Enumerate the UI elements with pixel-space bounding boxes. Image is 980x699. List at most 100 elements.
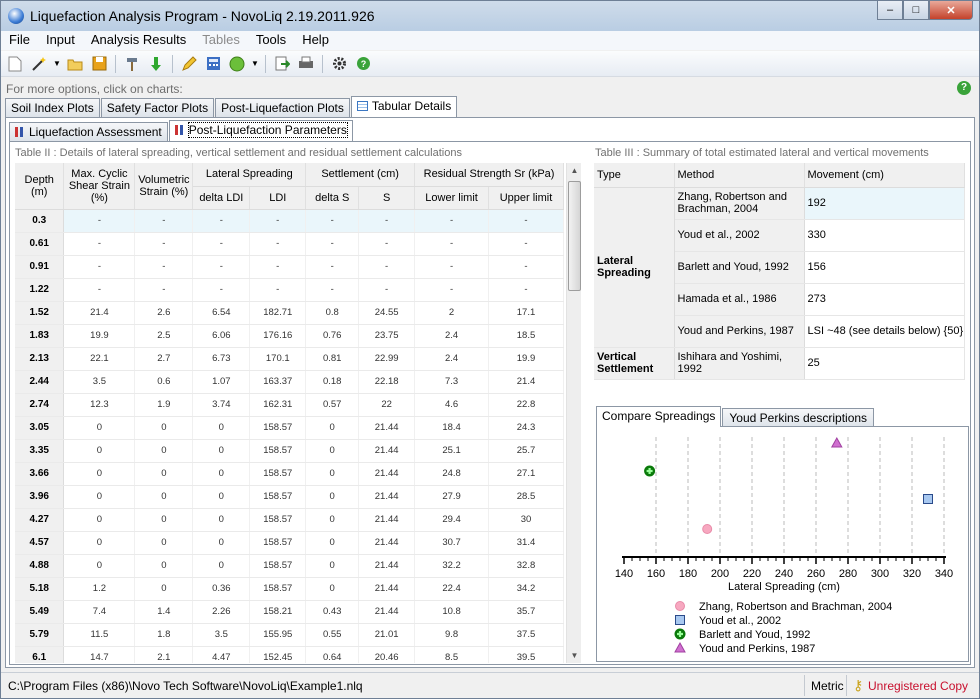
calculator-icon[interactable] bbox=[203, 54, 223, 74]
scroll-down-icon[interactable]: ▼ bbox=[567, 648, 582, 663]
hammer-icon[interactable] bbox=[122, 54, 142, 74]
close-button[interactable]: ✕ bbox=[929, 1, 973, 20]
tab-youd-perkins-descriptions[interactable]: Youd Perkins descriptions bbox=[722, 408, 875, 427]
gear-icon[interactable] bbox=[329, 54, 349, 74]
depth-cell: 5.79 bbox=[15, 623, 65, 647]
maximize-button[interactable]: □ bbox=[903, 1, 929, 20]
value-cell: - bbox=[192, 232, 251, 256]
table-row[interactable]: 4.88 0 0 0 158.57 0 21.44 32.2 32.8 bbox=[15, 554, 564, 578]
value-cell: 21.44 bbox=[358, 416, 416, 440]
scroll-thumb[interactable] bbox=[568, 181, 581, 291]
help-icon[interactable]: ? bbox=[957, 81, 971, 95]
legend-label: Zhang, Robertson and Brachman, 2004 bbox=[699, 601, 892, 613]
value-cell: 1.9 bbox=[134, 393, 194, 417]
value-cell: 0.43 bbox=[305, 600, 360, 624]
scroll-up-icon[interactable]: ▲ bbox=[567, 163, 582, 178]
down-arrow-icon[interactable] bbox=[146, 54, 166, 74]
menu-analysis-results[interactable]: Analysis Results bbox=[83, 31, 194, 50]
table-row[interactable]: 1.52 21.4 2.6 6.54 182.71 0.8 24.55 2 17.1 bbox=[15, 301, 564, 325]
value-cell: 21.44 bbox=[358, 554, 416, 578]
table-row[interactable]: 0.61- - - - - - - - bbox=[15, 232, 564, 256]
x-tick-label: 160 bbox=[647, 568, 665, 580]
table-row[interactable]: 6.1 14.7 2.1 4.47 152.45 0.64 20.46 8.5 39.5 bbox=[15, 646, 564, 663]
value-cell: 22.18 bbox=[358, 370, 416, 394]
table-row[interactable]: 3.96 0 0 0 158.57 0 21.44 27.9 28.5 bbox=[15, 485, 564, 509]
depth-cell: 2.74 bbox=[15, 393, 65, 417]
value-cell: 0 bbox=[134, 439, 194, 463]
table-row[interactable]: 5.18 1.2 0 0.36 158.57 0 21.44 22.4 34.2 bbox=[15, 577, 564, 601]
data-point bbox=[830, 436, 843, 448]
value-cell: - bbox=[305, 209, 360, 233]
value-cell: 162.31 bbox=[249, 393, 307, 417]
table-row[interactable]: 5.79 11.5 1.8 3.5 155.95 0.55 21.01 9.8 37.5 bbox=[15, 623, 564, 647]
table-row[interactable]: 4.27 0 0 0 158.57 0 21.44 29.4 30 bbox=[15, 508, 564, 532]
table-row[interactable]: 0.3- - - - - - - - bbox=[15, 209, 564, 233]
tab-tabular-details[interactable]: Tabular Details bbox=[350, 96, 458, 117]
minimize-button[interactable]: – bbox=[877, 1, 903, 20]
registration-status[interactable]: Unregistered Copy bbox=[868, 679, 968, 693]
value-cell: 0 bbox=[192, 462, 251, 486]
help-icon[interactable]: ? bbox=[353, 54, 373, 74]
type-vertical-settlement: Vertical Settlement bbox=[594, 347, 675, 380]
table-row[interactable]: 2.44 3.5 0.6 1.07 163.37 0.18 22.18 7.3 21.4 bbox=[15, 370, 564, 394]
print-icon[interactable] bbox=[296, 54, 316, 74]
depth-cell: 3.66 bbox=[15, 462, 65, 486]
wizard-icon[interactable] bbox=[29, 54, 49, 74]
menu-tools[interactable]: Tools bbox=[248, 31, 294, 50]
tab-soil-index-plots[interactable]: Soil Index Plots bbox=[5, 98, 100, 117]
value-cell: 4.47 bbox=[192, 646, 251, 663]
menu-bar: File Input Analysis Results Tables Tools… bbox=[1, 31, 979, 50]
table-row[interactable]: 2.74 12.3 1.9 3.74 162.31 0.57 22 4.6 22.8 bbox=[15, 393, 564, 417]
menu-help[interactable]: Help bbox=[294, 31, 337, 50]
menu-input[interactable]: Input bbox=[38, 31, 83, 50]
menu-tables[interactable]: Tables bbox=[194, 31, 248, 50]
movement-cell[interactable]: 192 bbox=[804, 187, 965, 220]
value-cell: 2.4 bbox=[414, 347, 490, 371]
table-row[interactable]: 5.49 7.4 1.4 2.26 158.21 0.43 21.44 10.8 35.7 bbox=[15, 600, 564, 624]
value-cell: 24.8 bbox=[414, 462, 490, 486]
value-cell: 22.4 bbox=[414, 577, 490, 601]
compare-spreadings-chart[interactable]: 140 160 180 200 220 240 260 280 300 320 340 Lateral… bbox=[596, 426, 969, 662]
value-cell: 22.1 bbox=[63, 347, 136, 371]
tab-post-liquefaction-parameters[interactable]: Post-Liquefaction Parameters bbox=[168, 120, 353, 141]
table-row[interactable]: 1.22- - - - - - - - bbox=[15, 278, 564, 302]
value-cell: 12.3 bbox=[63, 393, 136, 417]
col-volumetric-strain: Volumetric Strain (%) bbox=[134, 163, 194, 210]
table-row[interactable]: 4.57 0 0 0 158.57 0 21.44 30.7 31.4 bbox=[15, 531, 564, 555]
save-icon[interactable] bbox=[89, 54, 109, 74]
value-cell: 0 bbox=[192, 554, 251, 578]
tab-safety-factor-plots[interactable]: Safety Factor Plots bbox=[100, 98, 215, 117]
movement-cell[interactable]: 273 bbox=[804, 283, 965, 316]
table-row[interactable]: 3.66 0 0 0 158.57 0 21.44 24.8 27.1 bbox=[15, 462, 564, 486]
tab-post-liquefaction-plots[interactable]: Post-Liquefaction Plots bbox=[215, 98, 350, 117]
value-cell: 0 bbox=[192, 485, 251, 509]
chart-tabs: Compare Spreadings Youd Perkins descript… bbox=[596, 406, 875, 427]
x-tick-label: 140 bbox=[615, 568, 633, 580]
movement-cell[interactable]: LSI ~48 (see details below) {50} bbox=[804, 315, 965, 348]
export-icon[interactable] bbox=[272, 54, 292, 74]
col-lateral-spreading: Lateral Spreading bbox=[192, 163, 307, 187]
tab-compare-spreadings[interactable]: Compare Spreadings bbox=[596, 406, 722, 427]
table-row[interactable]: 3.05 0 0 0 158.57 0 21.44 18.4 24.3 bbox=[15, 416, 564, 440]
new-file-icon[interactable] bbox=[5, 54, 25, 74]
pencil-icon[interactable] bbox=[179, 54, 199, 74]
value-cell: 19.9 bbox=[488, 347, 564, 371]
dropdown-arrow-icon[interactable]: ▼ bbox=[251, 54, 259, 74]
movement-cell[interactable]: 156 bbox=[804, 251, 965, 284]
table-row[interactable]: 3.35 0 0 0 158.57 0 21.44 25.1 25.7 bbox=[15, 439, 564, 463]
table2-scrollbar[interactable]: ▲ ▼ bbox=[566, 163, 581, 663]
table-row[interactable]: 2.13 22.1 2.7 6.73 170.1 0.81 22.99 2.4 19.9 bbox=[15, 347, 564, 371]
table-row[interactable]: 0.91- - - - - - - - bbox=[15, 255, 564, 279]
dropdown-arrow-icon[interactable]: ▼ bbox=[53, 54, 61, 74]
value-cell: 6.73 bbox=[192, 347, 251, 371]
tab-liquefaction-assessment[interactable]: Liquefaction Assessment bbox=[9, 122, 168, 141]
value-cell: 0 bbox=[192, 439, 251, 463]
table-row[interactable]: 1.83 19.9 2.5 6.06 176.16 0.76 23.75 2.4 18.5 bbox=[15, 324, 564, 348]
open-folder-icon[interactable] bbox=[65, 54, 85, 74]
value-cell: - bbox=[414, 278, 490, 302]
value-cell: - bbox=[63, 209, 136, 233]
globe-icon[interactable] bbox=[227, 54, 247, 74]
movement-cell[interactable]: 25 bbox=[804, 347, 965, 380]
movement-cell[interactable]: 330 bbox=[804, 219, 965, 252]
menu-file[interactable]: File bbox=[1, 31, 38, 50]
